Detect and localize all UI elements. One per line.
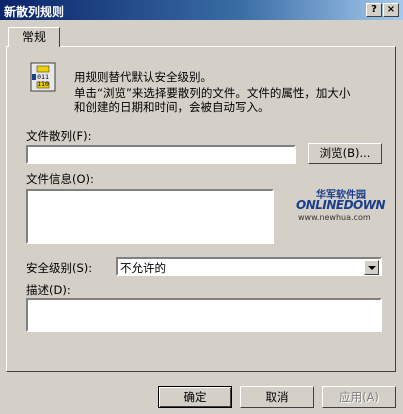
description-line-3: 和创建的日期和时间，会被自动写入。 <box>74 100 270 114</box>
chevron-down-icon[interactable] <box>364 260 379 275</box>
browse-button[interactable]: 浏览(B)... <box>308 143 382 164</box>
file-hash-label: 文件散列(F): <box>26 129 92 143</box>
description-input[interactable] <box>26 298 382 332</box>
cancel-button[interactable]: 取消 <box>240 386 314 408</box>
window-title: 新散列规则 <box>4 5 65 19</box>
title-bar: 新散列规则 ? × <box>0 0 403 20</box>
close-button[interactable]: × <box>383 3 399 17</box>
security-level-label: 安全级别(S): <box>26 261 93 275</box>
watermark-brand: ONLINEDOWN <box>296 198 386 212</box>
apply-button[interactable]: 应用(A) <box>322 386 396 408</box>
site-watermark: 华军软件园 ONLINEDOWN www.newhua.com <box>296 186 386 226</box>
description-line-1: 用规则替代默认安全级别。 <box>74 70 212 84</box>
help-button[interactable]: ? <box>366 3 382 17</box>
watermark-url: www.newhua.com <box>298 213 371 222</box>
tab-general[interactable]: 常规 <box>8 27 60 47</box>
description-field-label: 描述(D): <box>26 283 71 297</box>
hash-rule-icon: 011 110 <box>30 62 56 92</box>
file-hash-input[interactable] <box>26 145 296 164</box>
security-level-select[interactable]: 不允许的 <box>116 257 382 276</box>
security-level-value: 不允许的 <box>120 261 166 275</box>
file-info-label: 文件信息(O): <box>26 172 94 186</box>
ok-button[interactable]: 确定 <box>158 386 232 408</box>
file-info-box[interactable] <box>26 189 274 244</box>
svg-text:110: 110 <box>37 80 49 88</box>
